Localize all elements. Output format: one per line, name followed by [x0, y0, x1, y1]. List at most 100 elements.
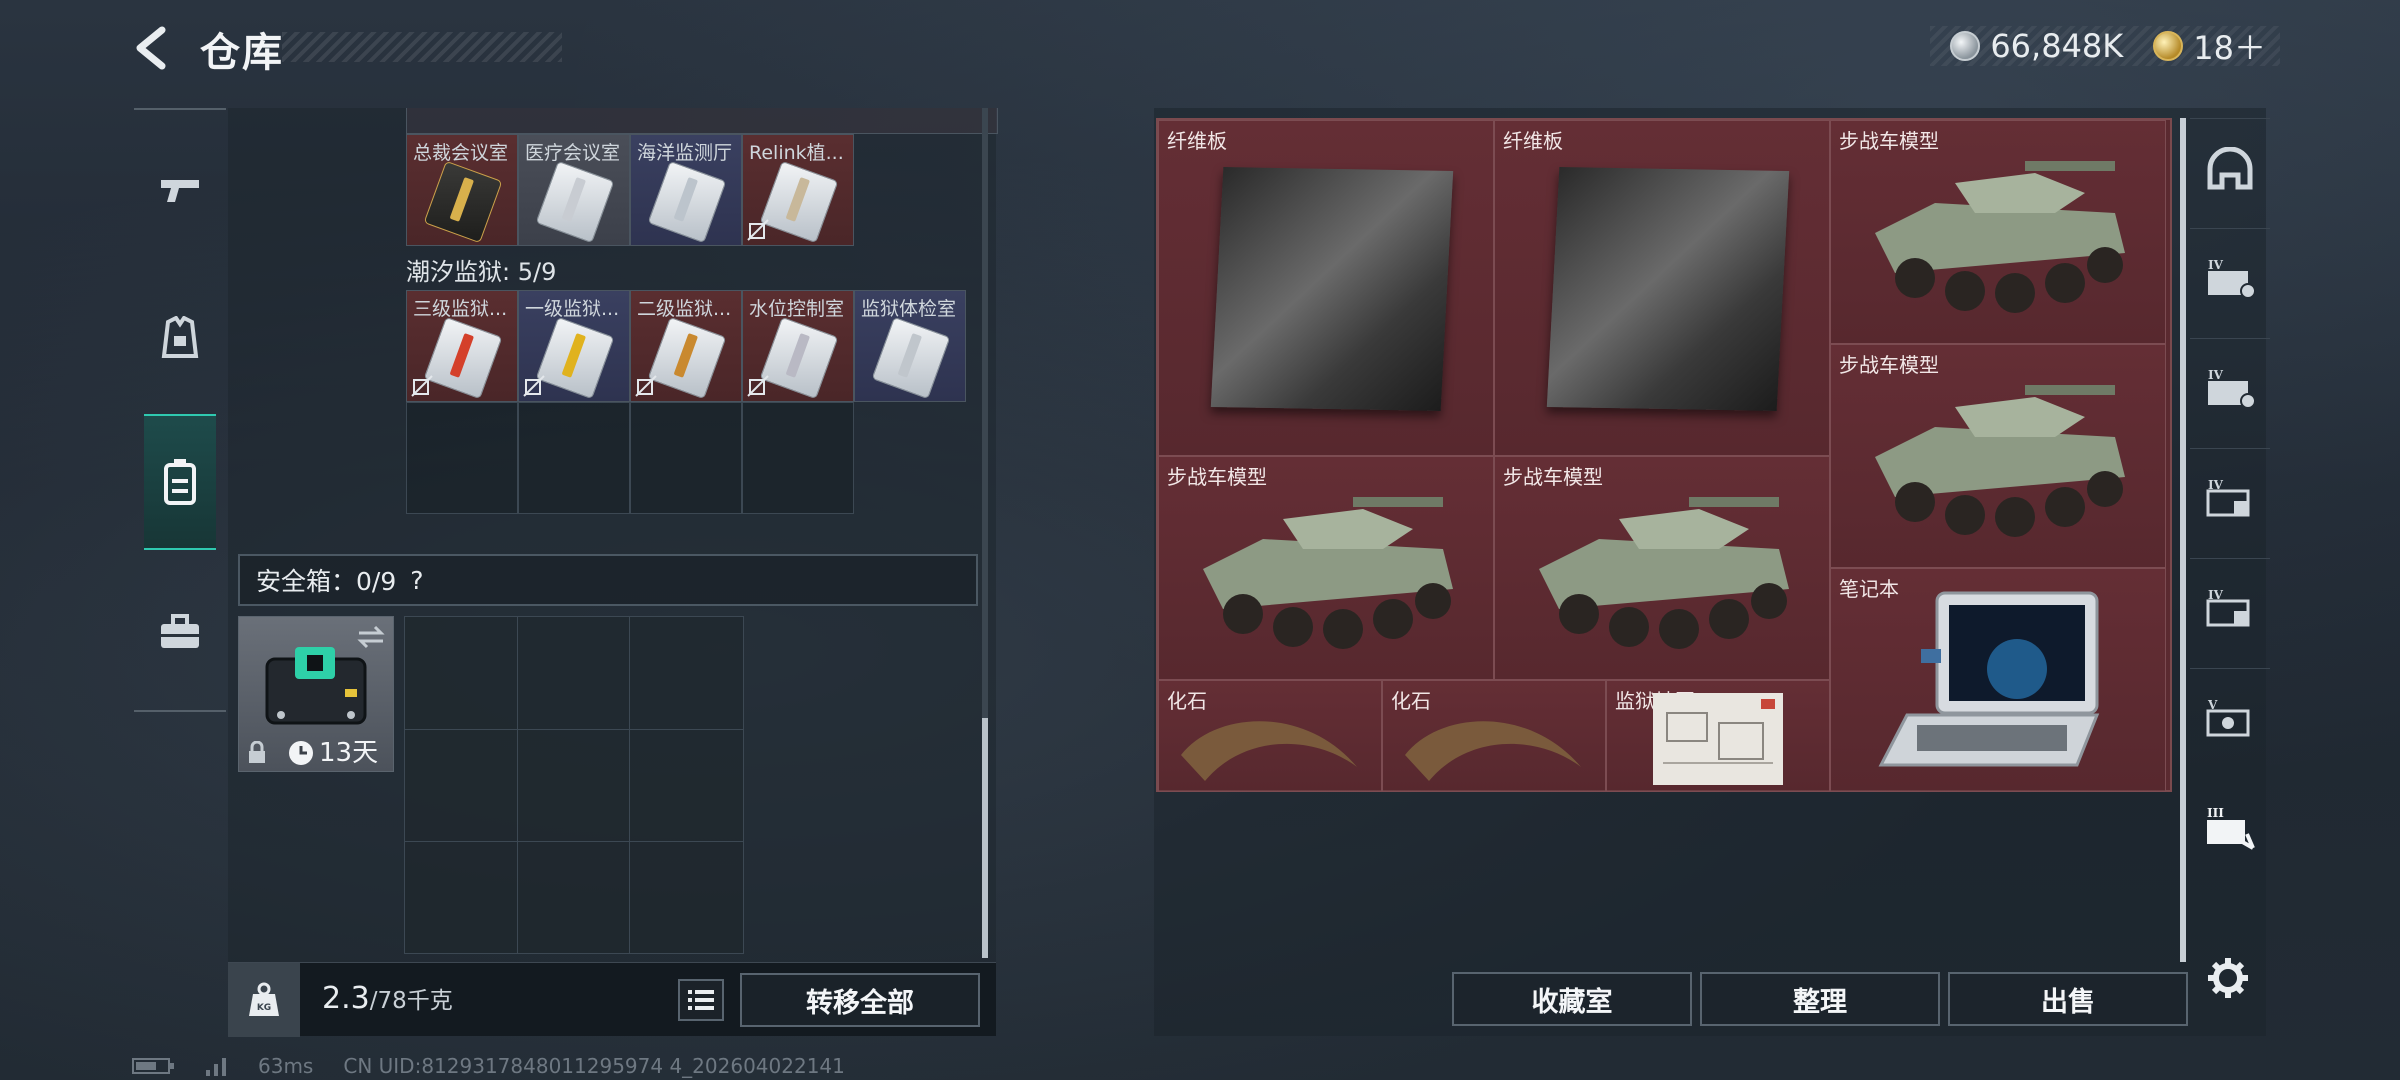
backpack-footer: KG 2.3/78千克 转移全部	[228, 962, 996, 1037]
stash-item[interactable]: 化石	[1158, 680, 1382, 792]
tab-armor[interactable]	[144, 292, 216, 384]
fossil-claw-icon	[1181, 721, 1357, 781]
partial-item-row	[406, 108, 998, 134]
keycard-item[interactable]: 医疗会议室	[518, 134, 630, 246]
safe-box-item[interactable]: 13天	[238, 616, 394, 772]
no-trade-icon	[411, 375, 433, 397]
stash-item[interactable]: 笔记本	[1830, 568, 2166, 792]
silver-coin-icon	[1950, 31, 1981, 61]
no-trade-icon	[747, 219, 769, 241]
stash-item[interactable]: 监狱地图4	[1606, 680, 1830, 792]
empty-slot[interactable]	[518, 402, 630, 514]
backpack-scrollbar[interactable]	[982, 108, 988, 958]
clock-icon	[289, 741, 313, 765]
ping-readout: 63ms	[258, 1054, 314, 1078]
backpack-icon	[164, 459, 196, 505]
weight-icon: KG	[249, 982, 279, 1016]
safe-box-timer: 13天	[319, 738, 379, 768]
page-title: 仓库	[200, 30, 284, 76]
keycard-icon	[423, 160, 503, 244]
safe-box-label: 安全箱：0/9	[256, 567, 397, 596]
ifv-model-icon	[1539, 497, 1789, 649]
stash-panel: 纤维板 纤维板 步战车模型 步战车模型 步战车模型 步战车模型 笔记本 化石 化…	[1154, 108, 2266, 1036]
stash-item[interactable]: 步战车模型	[1494, 456, 1830, 680]
collection-button[interactable]: 收藏室	[1452, 972, 1692, 1026]
keycard-icon	[871, 316, 951, 400]
keycard-item[interactable]: 水位控制室	[742, 290, 854, 402]
empty-slot[interactable]	[630, 402, 742, 514]
help-icon[interactable]: ?	[410, 566, 423, 595]
stash-item[interactable]: 纤维板	[1158, 120, 1494, 456]
keycard-item[interactable]: 海洋监测厅	[630, 134, 742, 246]
weight-max: /78千克	[369, 988, 453, 1014]
filter-card-iv[interactable]: IV	[2190, 338, 2270, 438]
fiberboard-icon	[1210, 167, 1454, 411]
keycard-item[interactable]: 总裁会议室	[406, 134, 518, 246]
fossil-claw-icon	[1405, 721, 1581, 781]
signal-icon	[206, 1058, 226, 1076]
empty-slot[interactable]	[406, 402, 518, 514]
stash-item[interactable]: 步战车模型	[1830, 120, 2166, 344]
prison-map-icon	[1653, 693, 1783, 785]
stash-scrollbar[interactable]	[2180, 118, 2186, 962]
empty-slot[interactable]	[742, 402, 854, 514]
lock-icon	[249, 741, 265, 763]
svg-text:IV: IV	[2208, 588, 2224, 602]
fiberboard-icon	[1546, 167, 1790, 411]
sort-button[interactable]: 整理	[1700, 972, 1940, 1026]
svg-text:IV: IV	[2208, 258, 2224, 272]
weight-badge: KG	[228, 963, 300, 1037]
keycard-item[interactable]: 一级监狱...	[518, 290, 630, 402]
settings-gear-icon[interactable]	[2206, 956, 2250, 1000]
card-iv-icon: IV	[2208, 368, 2256, 409]
keycard-item[interactable]: 三级监狱...	[406, 290, 518, 402]
tab-weapons[interactable]	[144, 144, 216, 236]
gold-amount: 18＋	[2193, 29, 2266, 67]
svg-text:IV: IV	[2208, 478, 2224, 492]
card-iv-icon: IV	[2206, 478, 2250, 516]
keycard-icon	[535, 316, 615, 400]
svg-text:V: V	[2207, 698, 2218, 712]
tab-backpack[interactable]	[144, 414, 216, 550]
safe-box-grid	[404, 616, 744, 954]
stash-item[interactable]: 纤维板	[1494, 120, 1830, 456]
transfer-all-button[interactable]: 转移全部	[740, 973, 980, 1027]
silver-amount: 66,848K	[1990, 27, 2124, 65]
stash-item[interactable]: 步战车模型	[1830, 344, 2166, 568]
keycard-icon	[647, 316, 727, 400]
laptop-icon	[1878, 591, 2100, 767]
ifv-model-icon	[1203, 497, 1453, 649]
gold-coin-icon	[2153, 31, 2184, 61]
filter-helmet[interactable]	[2190, 118, 2270, 218]
stash-grid: 纤维板 纤维板 步战车模型 步战车模型 步战车模型 步战车模型 笔记本 化石 化…	[1156, 118, 2172, 792]
back-arrow-icon[interactable]	[132, 26, 176, 70]
swap-icon[interactable]	[357, 625, 385, 649]
toolbox-icon	[161, 614, 199, 648]
keycard-item[interactable]: 二级监狱...	[630, 290, 742, 402]
stash-item[interactable]: 步战车模型	[1158, 456, 1494, 680]
keycard-icon	[647, 160, 727, 244]
filter-card-iv[interactable]: IV	[2190, 228, 2270, 328]
filter-card-iii[interactable]: III	[2190, 778, 2270, 878]
sell-button[interactable]: 出售	[1948, 972, 2188, 1026]
weight-readout: 2.3/78千克	[322, 981, 453, 1016]
card-iv-icon: IV	[2208, 258, 2256, 299]
stash-item[interactable]: 化石	[1382, 680, 1606, 792]
filter-card-iv[interactable]: IV	[2190, 558, 2270, 658]
svg-text:KG: KG	[257, 1003, 271, 1013]
keycard-item[interactable]: 监狱体检室	[854, 290, 966, 402]
keycard-item[interactable]: Relink植...	[742, 134, 854, 246]
list-icon	[688, 990, 714, 1010]
ifv-model-icon	[1875, 161, 2125, 313]
card-v-icon: V	[2206, 698, 2250, 736]
filter-card-iv[interactable]: IV	[2190, 448, 2270, 548]
keycard-icon	[535, 160, 615, 244]
safe-box-header: 安全箱：0/9 ?	[238, 554, 978, 606]
filter-card-v[interactable]: V	[2190, 668, 2270, 768]
tab-toolbox[interactable]	[144, 586, 216, 678]
no-trade-icon	[523, 375, 545, 397]
list-view-button[interactable]	[678, 979, 724, 1021]
svg-text:III: III	[2207, 806, 2224, 820]
backpack-panel: 总裁会议室 医疗会议室 海洋监测厅 Relink植... 潮汐监狱: 5/9 三…	[228, 108, 998, 1037]
no-trade-icon	[635, 375, 657, 397]
